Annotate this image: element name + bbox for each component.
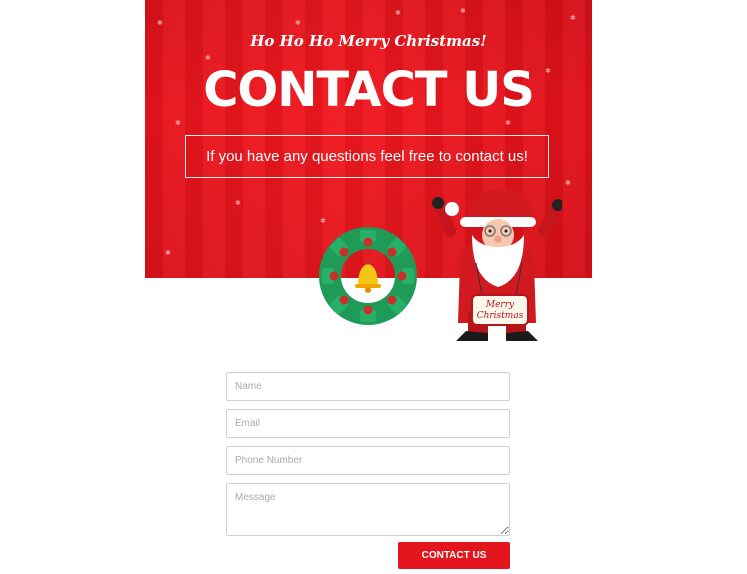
phone-number-input[interactable] (226, 446, 510, 475)
snowflake-icon: ✱ (395, 10, 401, 17)
hero-subtitle-text: If you have any questions feel free to c… (206, 148, 528, 165)
snowflake-icon: ✱ (505, 120, 511, 127)
snowflake-icon: ✱ (175, 120, 181, 127)
snowflake-icon: ✱ (235, 200, 241, 207)
christmas-wreath-icon (319, 227, 417, 325)
snowflake-icon: ✱ (460, 8, 466, 15)
snowflake-icon: ✱ (295, 20, 301, 27)
snowflake-icon: ✱ (205, 55, 211, 62)
contact-us-submit-button[interactable]: CONTACT US (398, 542, 510, 569)
page-title: CONTACT US (203, 62, 535, 118)
name-input[interactable] (226, 372, 510, 401)
santa-claus-icon: Merry Christmas (432, 188, 562, 341)
contact-form (226, 372, 510, 544)
santa-sign-text-line-2: Christmas (477, 311, 524, 321)
snowflake-icon: ✱ (320, 218, 326, 225)
hero-greeting: Ho Ho Ho Merry Christmas! (250, 32, 487, 50)
snowflake-icon: ✱ (157, 20, 163, 27)
message-textarea[interactable] (226, 483, 510, 536)
snowflake-icon: ✱ (565, 180, 571, 187)
email-input[interactable] (226, 409, 510, 438)
snowflake-icon: ✱ (570, 15, 576, 22)
snowflake-icon: ✱ (165, 250, 171, 257)
hero-subtitle: If you have any questions feel free to c… (185, 135, 549, 178)
santa-sign-text-line-1: Merry (485, 300, 515, 310)
